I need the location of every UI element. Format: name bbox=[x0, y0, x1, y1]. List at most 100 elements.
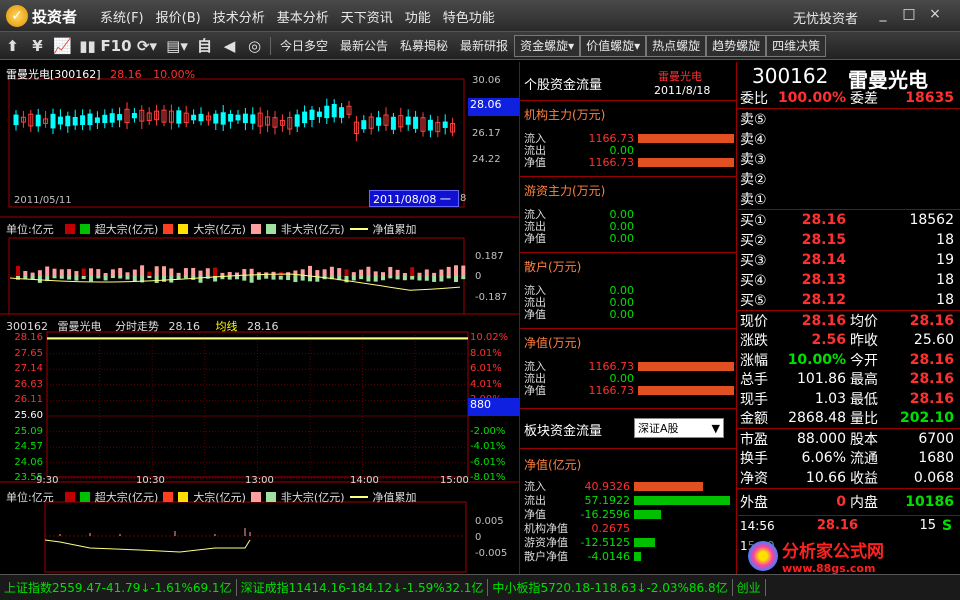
custom-icon[interactable]: 自 bbox=[192, 34, 217, 58]
refresh-icon[interactable]: ⟳▾ bbox=[132, 34, 162, 58]
tab-fund-spiral[interactable]: 资金螺旋▾ bbox=[514, 34, 581, 57]
speaker-icon[interactable]: ◀ bbox=[217, 34, 242, 58]
candle-body bbox=[72, 116, 78, 126]
tab-latest-research[interactable]: 最新研报 bbox=[454, 35, 514, 57]
section-divider bbox=[520, 100, 736, 101]
intraday-price-tick: 28.16 bbox=[14, 332, 43, 343]
flow-bar bbox=[424, 276, 429, 281]
index-ticker[interactable]: 深证成指11414.16-184.12↓-1.59%32.1亿 bbox=[237, 579, 489, 596]
bar-chart-icon[interactable]: ▮▮ bbox=[75, 34, 100, 58]
legend-swatch bbox=[79, 224, 90, 234]
time-tick: 14:00 bbox=[350, 475, 379, 486]
tab-hotspot-spiral[interactable]: 热点螺旋 bbox=[646, 34, 707, 57]
flow-bar bbox=[439, 276, 444, 282]
sell-level-row: 卖⑤ bbox=[740, 112, 767, 128]
flower-logo-icon bbox=[748, 541, 778, 571]
flow-top-bars bbox=[9, 265, 466, 291]
candle-body bbox=[250, 114, 256, 124]
flow-bar bbox=[454, 276, 458, 282]
maximize-icon[interactable]: □ bbox=[902, 6, 916, 22]
candle-body bbox=[294, 114, 300, 127]
flow-bar bbox=[132, 276, 137, 282]
kline-price: 28.16 bbox=[110, 68, 142, 81]
index-ticker[interactable]: 创业 bbox=[733, 579, 766, 596]
fund-row-value: 0.00 bbox=[609, 307, 635, 321]
flow-bar bbox=[89, 268, 93, 276]
intraday-price-tick: 26.11 bbox=[14, 394, 43, 406]
menu-item-news[interactable]: 天下资讯 bbox=[341, 7, 393, 26]
quote-stat-row: 涨幅 10.00% 今开 28.16 bbox=[740, 351, 954, 369]
candle-body bbox=[57, 116, 63, 125]
fund-row: 净值 0.00 bbox=[524, 307, 736, 322]
flow-ytick: -0.187 bbox=[475, 292, 508, 303]
close-icon[interactable]: × bbox=[928, 6, 942, 22]
legend-swatch bbox=[64, 492, 75, 502]
flow-bar bbox=[30, 272, 35, 276]
flow-ytick: -0.005 bbox=[475, 548, 508, 559]
f10-button[interactable]: F10 bbox=[100, 34, 132, 58]
menu-item-tech-analysis[interactable]: 技术分析 bbox=[213, 7, 265, 26]
flow-bar bbox=[417, 272, 422, 276]
flow-bar bbox=[286, 276, 291, 281]
candle-body bbox=[331, 103, 337, 118]
up-arrow-icon[interactable]: ⬆ bbox=[0, 34, 25, 58]
menu-item-functions[interactable]: 功能 bbox=[405, 7, 431, 26]
sector-row: 流出 57.1922 bbox=[524, 494, 736, 507]
flow-bar bbox=[103, 276, 108, 281]
yen-icon[interactable]: ¥ bbox=[25, 34, 50, 58]
tab-today-bull-bear[interactable]: 今日多空 bbox=[274, 35, 334, 57]
target-icon[interactable]: ◎ bbox=[242, 34, 267, 58]
candle-body bbox=[339, 107, 345, 118]
candle-body bbox=[376, 117, 382, 126]
flow-bar bbox=[388, 276, 393, 279]
flow-bar bbox=[103, 272, 108, 276]
flow-bar bbox=[154, 276, 159, 283]
legend-swatch bbox=[178, 492, 189, 502]
flow-bar bbox=[322, 269, 327, 276]
flow-bar bbox=[359, 269, 364, 276]
index-ticker[interactable]: 中小板指5720.18-118.63↓-2.03%86.8亿 bbox=[488, 579, 733, 596]
tab-4d-decision[interactable]: 四维决策 bbox=[766, 34, 827, 57]
buy-level-row: 买① 28.16 18562 bbox=[740, 212, 954, 229]
layout-icon[interactable]: ▤▾ bbox=[162, 34, 192, 58]
flow-bar bbox=[227, 272, 232, 276]
menu-item-quote[interactable]: 报价(B) bbox=[156, 7, 201, 26]
flow-bar bbox=[59, 269, 64, 276]
flow-bar bbox=[308, 265, 312, 276]
minimize-icon[interactable]: _ bbox=[876, 6, 890, 22]
candle-body bbox=[405, 116, 411, 125]
menu-item-special[interactable]: 特色功能 bbox=[443, 7, 495, 26]
candle-body bbox=[35, 114, 41, 127]
fund-row-value: 1166.73 bbox=[588, 383, 635, 397]
candle-body bbox=[309, 109, 315, 120]
tab-private-fund[interactable]: 私募揭秘 bbox=[394, 35, 454, 57]
flow-bar bbox=[125, 276, 130, 280]
buy-level-row: 买⑤ 28.12 18 bbox=[740, 292, 954, 309]
fund-flow-stock: 雷曼光电 bbox=[658, 70, 702, 83]
tab-value-spiral[interactable]: 价值螺旋▾ bbox=[580, 34, 647, 57]
candle-body bbox=[198, 113, 204, 122]
unit-label: 单位:亿元 bbox=[6, 223, 54, 236]
sector-row-value: -12.5125 bbox=[580, 535, 630, 549]
tab-trend-spiral[interactable]: 趋势螺旋 bbox=[706, 34, 767, 57]
menu-item-fundamental[interactable]: 基本分析 bbox=[277, 7, 329, 26]
flow-bar bbox=[344, 269, 349, 276]
flow-bar bbox=[235, 276, 239, 280]
flow-bottom-frame bbox=[44, 501, 467, 573]
tab-latest-announcement[interactable]: 最新公告 bbox=[334, 35, 394, 57]
trend-chart-icon[interactable]: 📈 bbox=[50, 34, 75, 58]
flow-bar bbox=[81, 268, 86, 276]
flow-bar bbox=[110, 276, 115, 279]
menu-item-system[interactable]: 系统(F) bbox=[100, 7, 144, 26]
sector-select[interactable]: 深证A股 ▼ bbox=[634, 418, 724, 438]
sector-row-bar bbox=[634, 537, 656, 547]
sell-level-row: 卖④ bbox=[740, 132, 767, 148]
flow-bar bbox=[337, 268, 342, 276]
index-ticker[interactable]: 上证指数2559.47-41.79↓-1.61%69.1亿 bbox=[0, 579, 237, 596]
flow-legend-top: 单位:亿元 超大宗(亿元) 大宗(亿元) 非大宗(亿元) 净值累加 bbox=[6, 221, 417, 237]
flow-bar bbox=[454, 265, 458, 276]
kline-stock-label: 雷曼光电[300162] 28.16 10.00% bbox=[6, 68, 196, 81]
flow-bar bbox=[176, 272, 181, 276]
flow-ytick: 0.187 bbox=[475, 251, 504, 262]
chevron-down-icon: ▼ bbox=[711, 421, 720, 435]
